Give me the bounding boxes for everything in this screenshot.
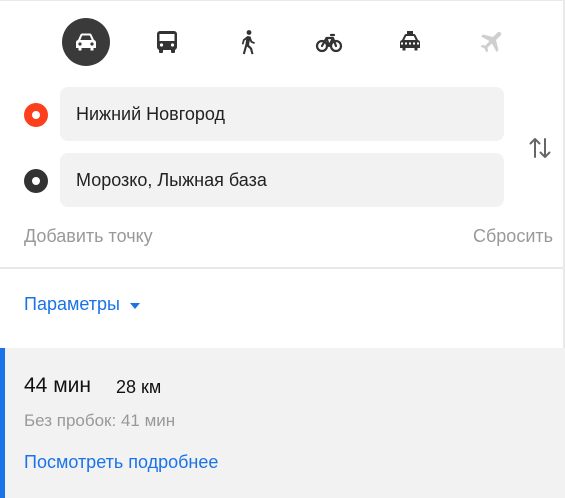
transport-mode-bar — [0, 18, 565, 66]
route-panel: Нижний Новгород Морозко, Лыжная база Доб… — [0, 0, 565, 498]
plane-icon — [480, 31, 502, 53]
route-actions: Добавить точку Сбросить — [24, 226, 553, 250]
bike-icon — [315, 33, 343, 53]
mode-car-button[interactable] — [62, 18, 110, 66]
to-input[interactable]: Морозко, Лыжная база — [60, 153, 504, 207]
mode-taxi-button[interactable] — [386, 18, 434, 66]
divider — [0, 267, 563, 269]
car-icon — [76, 33, 96, 51]
route-distance: 28 км — [116, 377, 162, 397]
mode-bike-button[interactable] — [305, 18, 353, 66]
selected-indicator — [0, 348, 5, 498]
mode-walk-button[interactable] — [224, 18, 272, 66]
top-border — [0, 0, 563, 1]
chevron-down-icon — [129, 302, 140, 309]
swap-arrows-icon — [529, 138, 551, 158]
mode-bus-button[interactable] — [143, 18, 191, 66]
parameters-button[interactable]: Параметры — [24, 294, 140, 315]
from-input[interactable]: Нижний Новгород — [60, 87, 504, 141]
walk-icon — [241, 30, 255, 55]
add-point-button[interactable]: Добавить точку — [24, 226, 153, 247]
reset-button[interactable]: Сбросить — [473, 226, 553, 247]
route-to-row: Морозко, Лыжная база — [0, 153, 510, 207]
no-traffic-time: Без пробок: 41 мин — [24, 411, 176, 430]
swap-route-button[interactable] — [524, 132, 556, 164]
start-point-icon — [24, 103, 48, 127]
route-time: 44 мин — [24, 374, 91, 397]
parameters-label: Параметры — [24, 294, 120, 314]
details-link[interactable]: Посмотреть подробнее — [24, 452, 218, 473]
mode-plane-button[interactable] — [467, 18, 515, 66]
route-from-row: Нижний Новгород — [0, 87, 510, 141]
end-point-icon — [24, 169, 48, 193]
route-result-card[interactable]: 44 мин 28 км Без пробок: 41 мин Посмотре… — [0, 348, 565, 498]
taxi-icon — [400, 31, 420, 51]
bus-icon — [157, 31, 177, 53]
